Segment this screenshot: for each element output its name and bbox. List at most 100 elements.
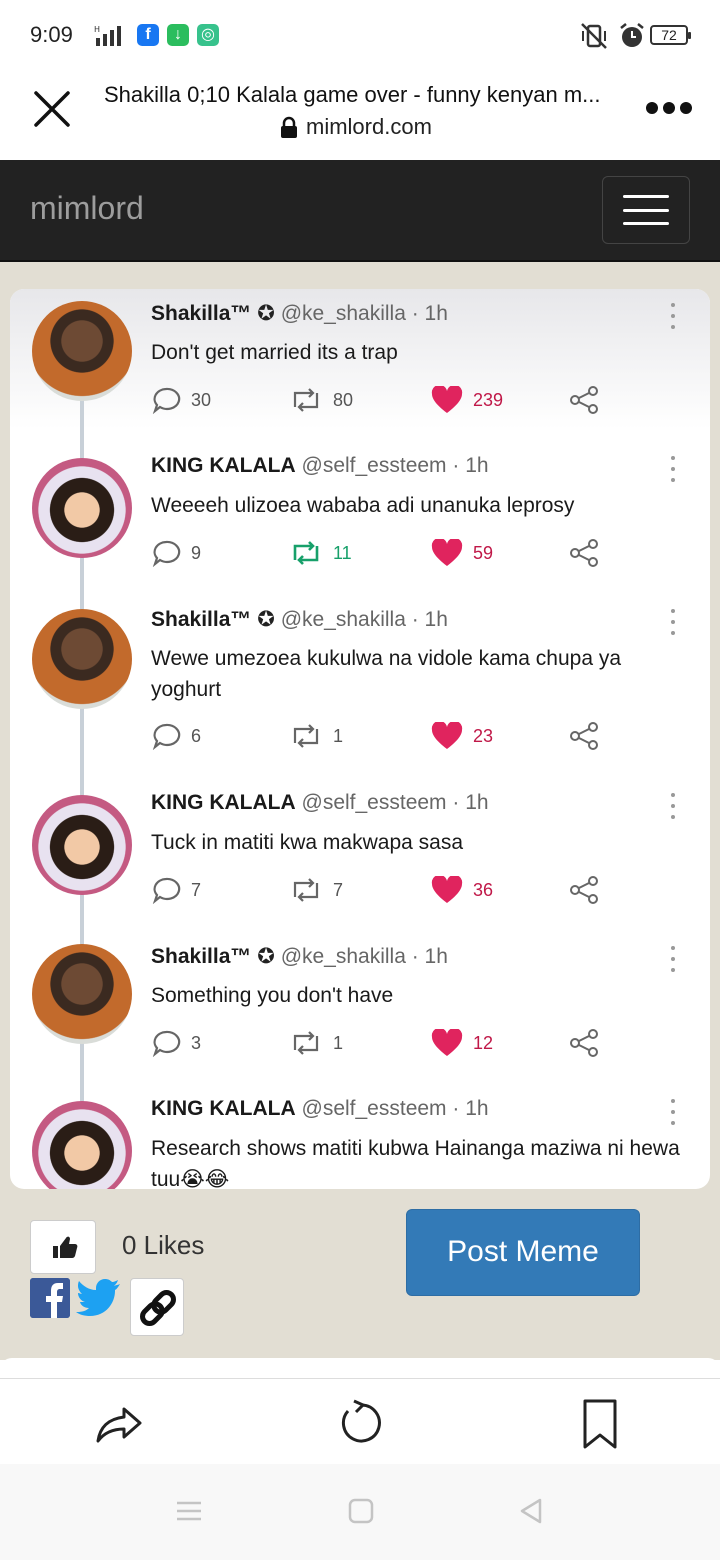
tweet-handle: @self_essteem · 1h [301,454,489,477]
browser-header: Shakilla 0;10 Kalala game over - funny k… [0,72,720,160]
tweet-actions: 9 11 59 [151,538,621,568]
tweet-author: Shakilla™ [151,945,252,968]
tweet-actions: 3 1 12 [151,1028,621,1058]
reply-icon [152,877,181,904]
reply-count: 9 [151,538,201,568]
avatar [32,458,132,558]
twitter-share-icon[interactable] [76,1278,122,1318]
retweet-count: 1 [289,721,343,751]
tweet-menu-icon [668,793,678,819]
copy-link-button[interactable] [130,1278,184,1336]
tweet-header: KING KALALA @self_essteem · 1h [151,791,489,815]
site-navbar: mimlord [0,160,720,262]
svg-text:H: H [94,25,100,34]
tweet-text: Don't get married its a trap [151,341,398,364]
like-count: 36 [431,875,493,905]
status-bar: 9:09 H f ↓ ◎ 72 [0,0,720,72]
system-navigation-bar [0,1464,720,1560]
heart-icon [431,386,463,413]
tweet-handle: @self_essteem · 1h [301,791,489,814]
like-button[interactable] [30,1220,96,1274]
meme-image: Shakilla™ ✪ @ke_shakilla · 1h Don't get … [10,289,710,1189]
thumbs-up-icon [53,1236,78,1258]
retweet-icon [293,388,319,412]
close-icon[interactable] [32,89,72,129]
site-brand[interactable]: mimlord [30,190,144,227]
avatar [32,944,132,1044]
avatar [32,1101,132,1189]
avatar [32,795,132,895]
lock-icon [281,116,297,138]
tweet-menu-icon [668,456,678,482]
reply-icon [152,387,181,414]
tweet-menu-icon [668,1099,678,1125]
menu-toggle-button[interactable] [602,176,690,244]
reload-icon[interactable] [334,1397,386,1449]
heart-icon [431,1029,463,1056]
back-icon[interactable] [516,1496,546,1526]
tweet-header: Shakilla™ ✪ @ke_shakilla · 1h [151,944,448,969]
tweet-author: Shakilla™ [151,608,252,631]
tweet-actions: 7 7 36 [151,875,621,905]
tweet-author: KING KALALA [151,1097,296,1120]
browser-toolbar [0,1378,720,1464]
retweet-count: 1 [289,1028,343,1058]
share-icon [569,1028,599,1058]
page-title: Shakilla 0;10 Kalala game over - funny k… [104,82,601,107]
alarm-icon [620,23,644,47]
heart-icon [431,876,463,903]
share-icon [569,721,599,751]
tweet-handle: @self_essteem · 1h [301,1097,489,1120]
heart-icon [431,722,463,749]
download-icon: ↓ [167,24,189,46]
next-card [0,1358,720,1378]
tweet-text: Something you don't have [151,984,394,1007]
retweet-icon [293,541,319,565]
likes-count: 0 Likes [122,1230,205,1260]
reply-count: 30 [151,385,211,415]
retweet-icon [293,1031,319,1055]
share-icon [569,875,599,905]
tweet-handle: @ke_shakilla · 1h [280,608,448,631]
tweet-header: Shakilla™ ✪ @ke_shakilla · 1h [151,607,448,632]
retweet-icon [293,724,319,748]
tweet-header: Shakilla™ ✪ @ke_shakilla · 1h [151,301,448,326]
retweet-count: 7 [289,875,343,905]
status-time: 9:09 [30,22,73,47]
post-meme-button[interactable]: Post Meme [406,1209,640,1296]
tweet-header: KING KALALA @self_essteem · 1h [151,1097,489,1121]
bookmark-icon[interactable] [574,1397,626,1449]
verified-icon: ✪ [257,945,275,968]
signal-icon: H [94,25,121,46]
tweet-text: Tuck in matiti kwa makwapa sasa [151,831,463,854]
avatar [32,609,132,709]
tweet-author: Shakilla™ [151,302,252,325]
heart-icon [431,539,463,566]
g-app-icon: ◎ [197,24,219,46]
more-options-icon[interactable] [646,102,692,116]
reply-count: 3 [151,1028,201,1058]
like-count: 12 [431,1028,493,1058]
like-count: 23 [431,721,493,751]
reply-count: 6 [151,721,201,751]
tweet-text: Weeeeh ulizoea wababa adi unanuka lepros… [151,494,575,517]
url-text: mimlord.com [306,114,432,139]
like-count: 239 [431,385,503,415]
retweet-count: 80 [289,385,353,415]
tweet-menu-icon [668,609,678,635]
share-icon[interactable] [94,1397,146,1449]
tweet-text: Research shows matiti kubwa Hainanga maz… [151,1137,680,1189]
reply-icon [152,723,181,750]
facebook-share-icon[interactable] [30,1278,70,1318]
menu-icon[interactable] [174,1496,204,1526]
verified-icon: ✪ [257,608,275,631]
verified-icon: ✪ [257,302,275,325]
link-icon [140,1290,176,1326]
tweet-menu-icon [668,946,678,972]
reply-icon [152,1030,181,1057]
reply-count: 7 [151,875,201,905]
tweet-actions: 6 1 23 [151,721,621,751]
tweet-handle: @ke_shakilla · 1h [280,945,448,968]
tweet-header: KING KALALA @self_essteem · 1h [151,454,489,478]
home-icon[interactable] [346,1496,376,1526]
